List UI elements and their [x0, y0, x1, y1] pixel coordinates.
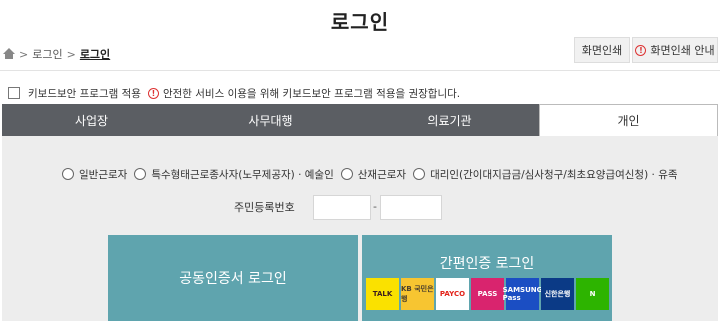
keyboard-security-label[interactable]: 키보드보안 프로그램 적용 [28, 86, 141, 101]
print-guide-label: 화면인쇄 안내 [650, 44, 715, 57]
resident-number-label: 주민등록번호 [234, 201, 295, 214]
resident-number-second-input[interactable] [380, 195, 442, 220]
radio-button[interactable] [413, 168, 426, 180]
naver-icon[interactable]: N [576, 278, 609, 310]
tab-business[interactable]: 사업장 [2, 104, 181, 136]
print-button[interactable]: 화면인쇄 [574, 37, 630, 63]
user-type-tabs: 사업장 사무대행 의료기관 개인 [2, 104, 718, 136]
radio-button[interactable] [62, 168, 74, 180]
simple-auth-providers: TALK KB 국민은행 PAYCO PASS SAMSUNG Pass 신한은행 N [366, 278, 609, 310]
radio-option-proxy[interactable]: 대리인(간이대지급금/심사청구/최초요양급여신청) · 유족 [413, 167, 678, 182]
print-guide-button[interactable]: ! 화면인쇄 안내 [632, 37, 718, 63]
radio-button[interactable] [134, 168, 147, 180]
breadcrumb: > 로그인 > 로그인 [3, 45, 110, 63]
page-title: 로그인 [330, 10, 390, 34]
shinhan-icon[interactable]: 신한은행 [541, 278, 574, 310]
tab-agency[interactable]: 사무대행 [181, 104, 360, 136]
radio-option-general[interactable]: 일반근로자 [62, 167, 127, 182]
kb-icon[interactable]: KB 국민은행 [401, 278, 434, 310]
chevron-right-icon: > [19, 47, 29, 61]
tab-medical[interactable]: 의료기관 [360, 104, 539, 136]
pass-icon[interactable]: PASS [471, 278, 504, 310]
kakaotalk-icon[interactable]: TALK [366, 278, 399, 310]
payco-icon[interactable]: PAYCO [436, 278, 469, 310]
samsung-pass-icon[interactable]: SAMSUNG Pass [503, 278, 542, 310]
resident-number-separator: - [373, 200, 377, 213]
radio-option-special[interactable]: 특수형태근로종사자(노무제공자) · 예술인 [134, 167, 334, 182]
user-type-radio-group: 일반근로자 특수형태근로종사자(노무제공자) · 예술인 산재근로자 대리인(간… [62, 166, 685, 182]
keyboard-security-checkbox[interactable] [8, 87, 20, 99]
chevron-right-icon: > [66, 47, 76, 61]
radio-option-injured[interactable]: 산재근로자 [340, 167, 406, 182]
home-icon[interactable] [3, 48, 15, 60]
keyboard-security-row: 키보드보안 프로그램 적용 ! 안전한 서비스 이용을 위해 키보드보안 프로그… [8, 85, 460, 101]
tab-personal[interactable]: 개인 [539, 104, 718, 136]
certificate-login-button[interactable]: 공동인증서 로그인 [108, 235, 358, 321]
simple-auth-login-box[interactable]: 간편인증 로그인 TALK KB 국민은행 PAYCO PASS SAMSUNG Pas… [362, 235, 612, 321]
warning-icon: ! [147, 87, 159, 99]
breadcrumb-item[interactable]: 로그인 [32, 46, 62, 62]
resident-number-first-input[interactable] [313, 195, 371, 220]
radio-button[interactable] [340, 168, 353, 180]
breadcrumb-current[interactable]: 로그인 [80, 46, 110, 62]
divider [0, 70, 720, 71]
simple-auth-title: 간편인증 로그인 [439, 256, 535, 272]
keyboard-security-notice: 안전한 서비스 이용을 위해 키보드보안 프로그램 적용을 권장합니다. [162, 87, 461, 100]
warning-icon: ! [635, 44, 647, 56]
